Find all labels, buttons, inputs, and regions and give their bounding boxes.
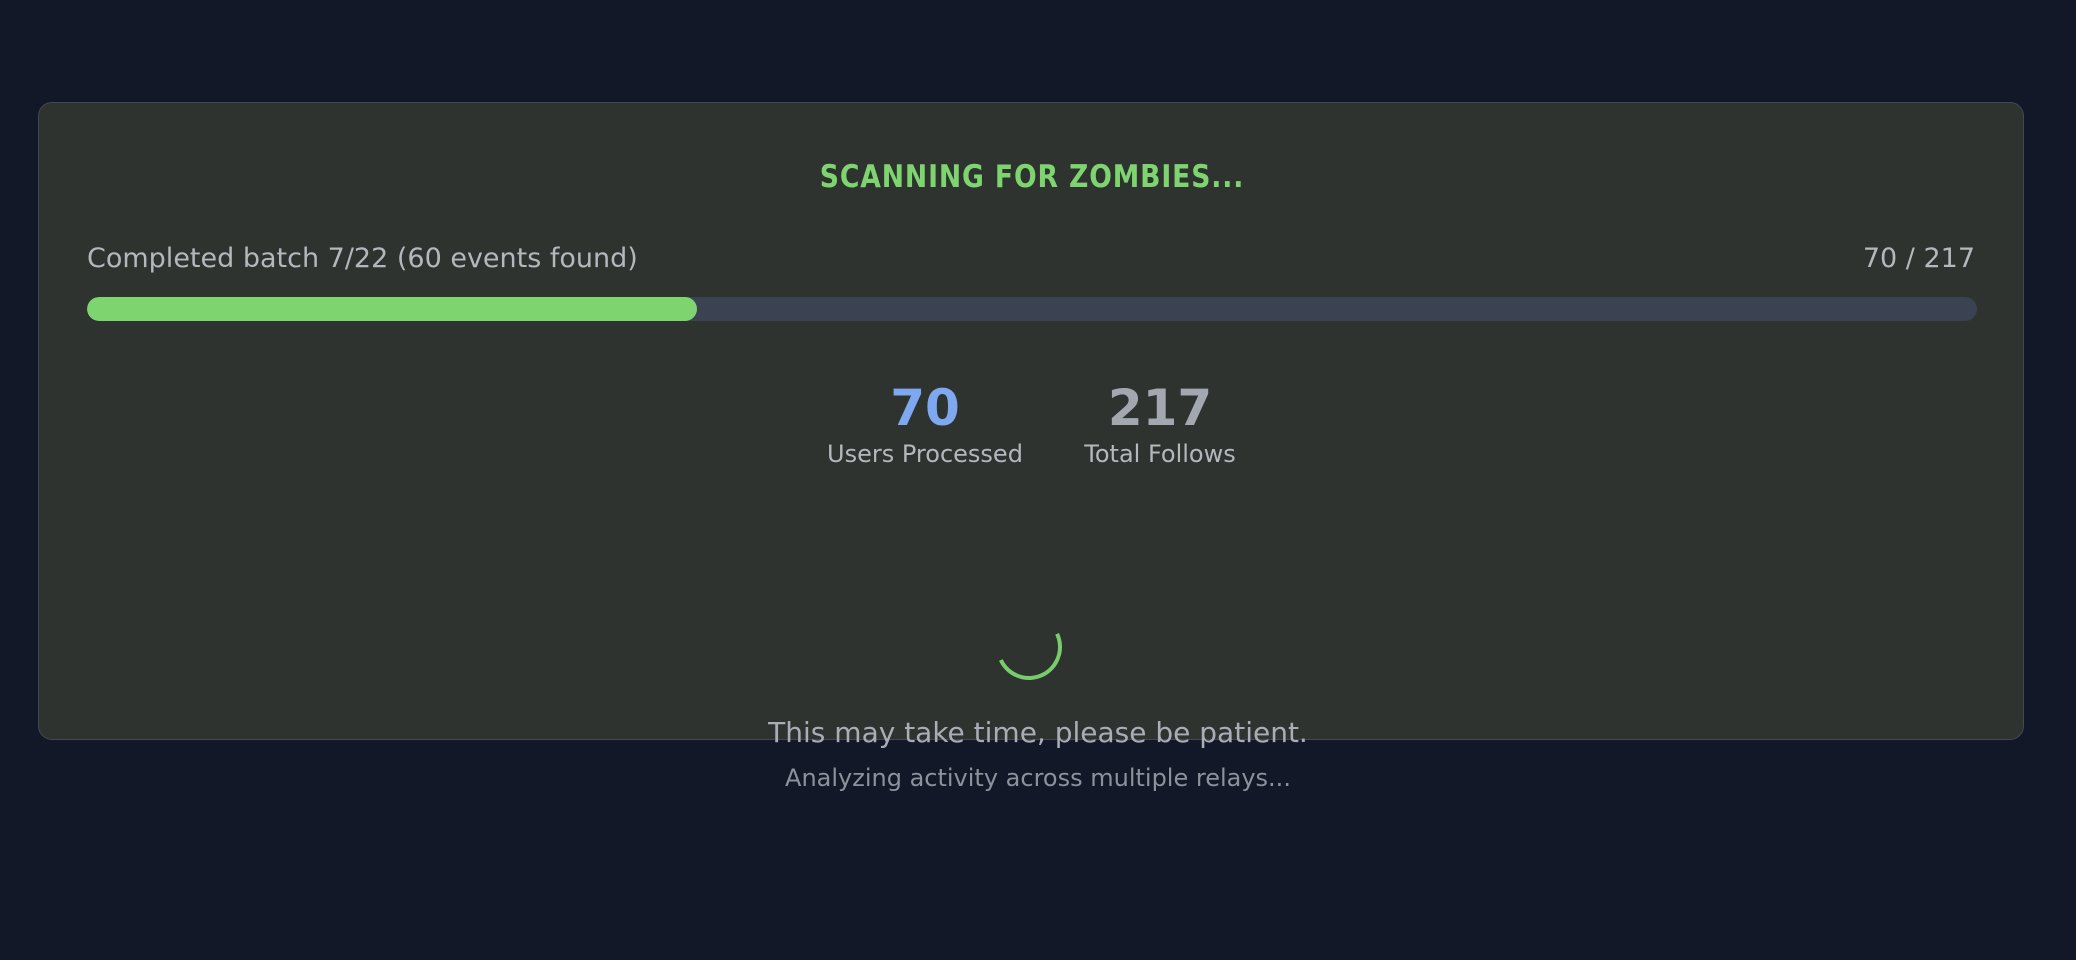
users-processed-label: Users Processed [827, 440, 1023, 468]
progress-bar [87, 297, 1977, 321]
progress-bar-fill [87, 297, 697, 321]
page-title: SCANNING FOR ZOMBIES... [819, 159, 1245, 195]
total-follows-value: 217 [1107, 379, 1213, 437]
analyzing-message: Analyzing activity across multiple relay… [785, 764, 1291, 792]
patience-message: This may take time, please be patient. [768, 716, 1308, 749]
users-processed-value: 70 [890, 379, 960, 437]
progress-count-text: 70 / 217 [1862, 243, 1975, 274]
stat-users-processed: 70 Users Processed [780, 380, 1070, 468]
total-follows-label: Total Follows [1084, 440, 1236, 468]
stat-total-follows: 217 Total Follows [1060, 380, 1260, 468]
batch-status-text: Completed batch 7/22 (60 events found) [87, 243, 638, 274]
